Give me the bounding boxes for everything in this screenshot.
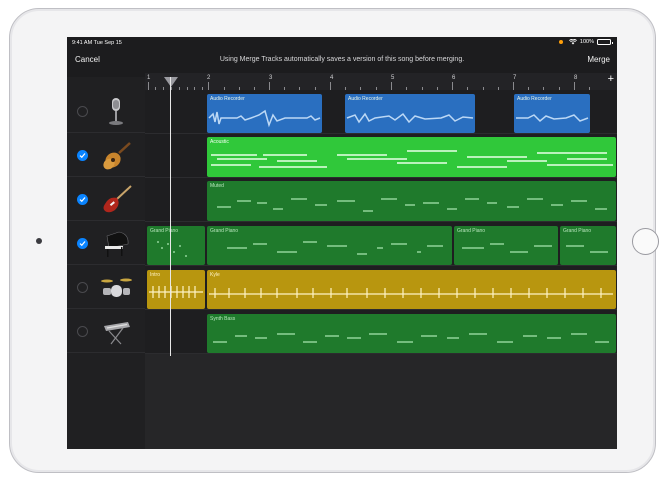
region-label: Audio Recorder [517,96,552,102]
add-section-button[interactable]: + [608,73,614,85]
playhead-line[interactable] [170,77,171,356]
status-time: 9:41 AM Tue Sep 15 [72,40,122,46]
midi-notes [213,333,609,343]
audio-region[interactable]: Audio Recorder [345,94,475,133]
track-header-audio-recorder[interactable] [67,90,145,133]
battery-percent: 100% [579,39,594,45]
track-select-checkbox[interactable] [77,238,88,249]
mic-indicator-icon [558,40,563,44]
battery-icon [597,39,613,45]
drum-region[interactable]: Kyle [207,270,616,309]
audio-region[interactable]: Audio Recorder [514,94,590,133]
midi-notes [462,243,552,253]
midi-notes [217,198,607,212]
electric-guitar-icon [103,185,132,213]
nav-bar: Cancel Using Merge Tracks automatically … [67,49,617,71]
checkmark-icon [79,241,86,247]
drum-pattern [149,286,203,298]
track-select-checkbox[interactable] [77,194,88,205]
midi-notes [566,245,608,253]
bar-number: 4 [330,75,334,81]
track-select-checkbox[interactable] [77,282,88,293]
drum-region[interactable]: Intro [147,270,205,309]
piano-region[interactable]: Grand Piano [454,226,558,265]
drum-kit-icon [101,278,132,297]
track-header-muted-guitar[interactable] [67,178,145,221]
wifi-icon [568,39,577,45]
track-header-grand-piano[interactable] [67,222,145,265]
track-select-checkbox[interactable] [77,150,88,161]
track-select-checkbox[interactable] [77,106,88,117]
bar-number: 3 [269,75,273,81]
merge-info-message: Using Merge Tracks automatically saves a… [219,55,465,63]
status-indicators: 100% [558,39,613,45]
bar-number: 1 [147,75,151,81]
status-bar: 9:41 AM Tue Sep 15 100% [67,37,617,49]
playhead-handle[interactable] [164,77,178,87]
merge-button[interactable]: Merge [587,55,610,64]
home-button[interactable] [632,228,659,255]
track-header-acoustic[interactable] [67,134,145,177]
midi-notes [157,241,187,257]
piano-region[interactable]: Grand Piano [560,226,616,265]
audio-region[interactable]: Audio Recorder [207,94,322,133]
waveform [516,114,589,123]
region-label: Audio Recorder [210,96,245,102]
keyboard-icon [104,322,130,345]
track-select-checkbox[interactable] [77,326,88,337]
bar-number: 8 [574,75,578,81]
acoustic-region[interactable]: Acoustic [207,137,616,177]
drum-pattern [209,288,613,298]
checkmark-icon [79,197,86,203]
acoustic-guitar-icon [103,142,131,170]
bar-number: 6 [452,75,456,81]
synth-bass-region[interactable]: Synth Bass [207,314,616,353]
screen: 9:41 AM Tue Sep 15 100% Cancel Using Mer… [67,37,617,449]
timeline-ruler[interactable]: 1 2 3 4 5 6 7 8 + [145,73,617,91]
front-camera [36,238,42,244]
grand-piano-icon [105,231,129,257]
region-label: Audio Recorder [348,96,383,102]
waveform [346,112,474,124]
bar-number: 2 [207,75,211,81]
piano-region[interactable]: Grand Piano [147,226,205,265]
piano-region[interactable]: Grand Piano [207,226,452,265]
midi-notes [227,241,443,255]
midi-notes [211,150,613,168]
track-header-drums[interactable] [67,266,145,309]
muted-guitar-region[interactable]: Muted [207,181,616,221]
track-header-synth-bass[interactable] [67,310,145,353]
bar-number: 5 [391,75,395,81]
track-headers [67,77,145,449]
checkmark-icon [79,153,86,159]
microphone-icon [109,98,123,125]
waveform [208,109,321,128]
bar-number: 7 [513,75,517,81]
